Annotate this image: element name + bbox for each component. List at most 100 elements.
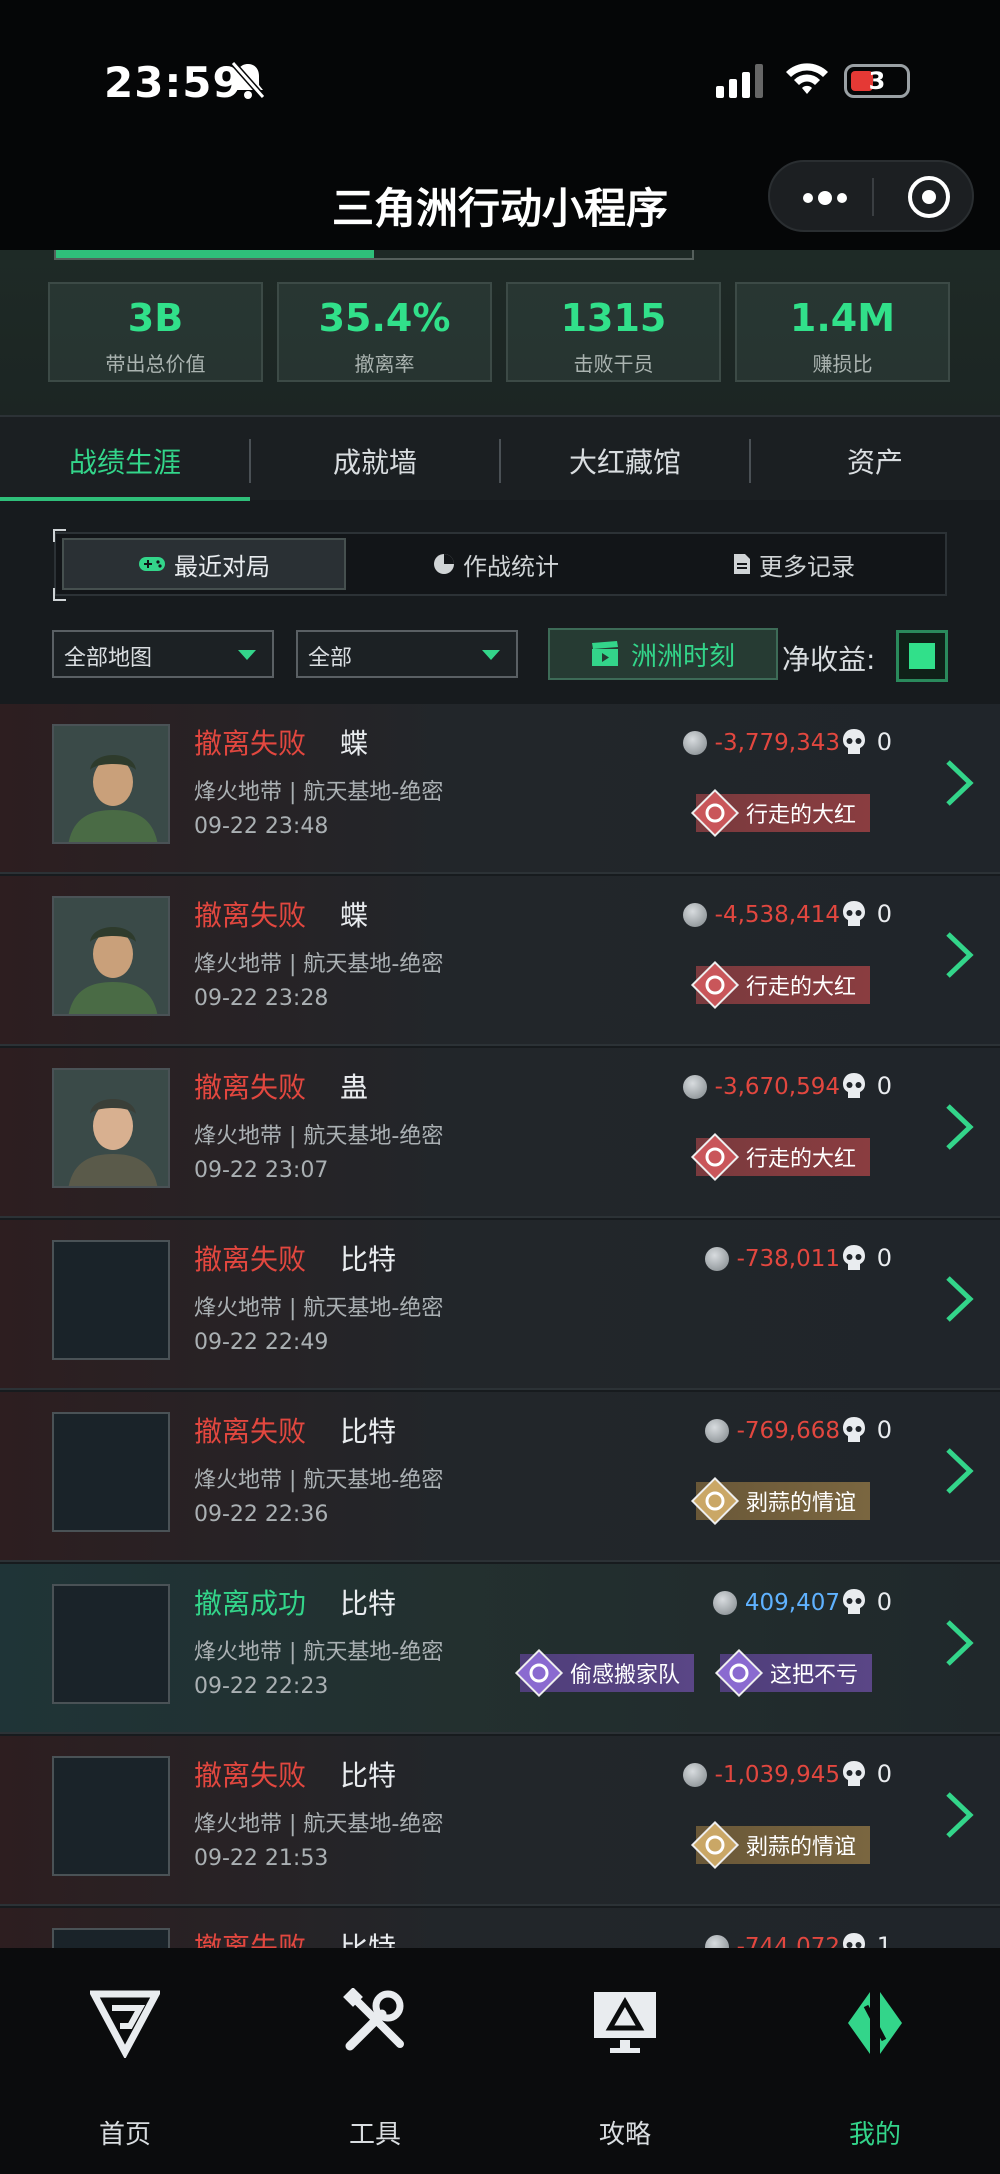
- miniprogram-capsule: [768, 160, 974, 232]
- coin-icon: [704, 1419, 729, 1443]
- net-profit-label: 净收益:: [782, 643, 876, 676]
- badge-label: 剥蒜的情谊: [746, 1491, 857, 1516]
- operator-name: 蛊: [340, 1071, 369, 1104]
- profile-logo-icon: [848, 1992, 902, 2054]
- navigation-bar: 三角洲行动小程序: [0, 160, 1000, 250]
- kill-count: 0: [876, 1760, 892, 1788]
- segment-label: 作战统计: [463, 552, 559, 581]
- tab-red-collection[interactable]: 大红藏馆: [500, 441, 750, 481]
- kill-count: 0: [876, 1072, 892, 1100]
- stat-label: 带出总价值: [105, 352, 206, 376]
- document-icon: [734, 554, 750, 574]
- map-filter-dropdown[interactable]: 全部地图: [52, 630, 274, 678]
- skull-icon: [842, 1417, 865, 1442]
- close-miniprogram-icon[interactable]: [908, 176, 950, 218]
- bell-muted-icon: [230, 61, 266, 99]
- kill-count: 0: [876, 1244, 892, 1272]
- operator-avatar: [52, 724, 170, 844]
- operator-avatar: [52, 1240, 170, 1360]
- wifi-icon: [786, 63, 828, 94]
- stat-label: 击败干员: [573, 352, 654, 376]
- coin-icon: [682, 1763, 707, 1787]
- match-kills: 0: [841, 728, 892, 756]
- match-kills: 0: [841, 1244, 892, 1272]
- badge-diamond-icon: [514, 1648, 564, 1698]
- match-map: 烽火地带 | 航天基地-绝密: [194, 1468, 444, 1493]
- match-value: -3,779,343: [682, 730, 840, 756]
- clapperboard-icon: [591, 641, 618, 666]
- battery-indicator: 3: [844, 64, 910, 98]
- match-map: 烽火地带 | 航天基地-绝密: [194, 1124, 444, 1149]
- operator-avatar: [52, 896, 170, 1016]
- segment-combat-stats[interactable]: 作战统计: [356, 534, 636, 594]
- badge-label: 行走的大红: [746, 803, 857, 828]
- chevron-right-icon: [946, 1620, 974, 1666]
- nav-label: 工具: [348, 2120, 401, 2150]
- tab-career[interactable]: 战绩生涯: [0, 441, 250, 481]
- badge-label: 行走的大红: [746, 975, 857, 1000]
- match-value-text: -3,779,343: [714, 730, 840, 756]
- stat-value: 1.4M: [789, 296, 896, 340]
- match-row[interactable]: 撤离失败 比特 烽火地带 | 航天基地-绝密 09-22 22:49 -738,011 0: [0, 1220, 1000, 1390]
- nav-label: 我的: [848, 2120, 901, 2150]
- kill-count: 0: [876, 900, 892, 928]
- match-badge: 行走的大红: [690, 1132, 871, 1182]
- skull-icon: [842, 729, 865, 754]
- operator-name: 比特: [340, 1415, 397, 1448]
- highlight-moments-label: 洲洲时刻: [630, 641, 735, 672]
- stat-label: 撤离率: [354, 352, 415, 376]
- skull-icon: [842, 901, 865, 926]
- stat-extract-rate: 35.4% 撤离率: [277, 282, 492, 382]
- match-time: 09-22 23:07: [194, 1158, 329, 1183]
- badge-label: 剥蒜的情谊: [746, 1835, 857, 1860]
- highlight-moments-button[interactable]: 洲洲时刻: [548, 628, 778, 680]
- chevron-down-icon: [482, 650, 500, 660]
- net-profit-checkbox[interactable]: [896, 630, 948, 682]
- match-value-text: -1,039,945: [714, 1762, 840, 1788]
- tab-assets[interactable]: 资产: [750, 441, 1000, 481]
- operator-avatar: [52, 1068, 170, 1188]
- coin-icon: [682, 903, 707, 927]
- stat-profit-ratio: 1.4M 赚损比: [735, 282, 950, 382]
- stat-value: 3B: [127, 296, 184, 340]
- stat-value: 1315: [560, 296, 667, 340]
- more-icon[interactable]: [800, 184, 850, 212]
- match-map: 烽火地带 | 航天基地-绝密: [194, 1812, 444, 1837]
- badge-diamond-icon: [690, 1132, 740, 1182]
- badge-label: 这把不亏: [770, 1663, 859, 1688]
- match-map: 烽火地带 | 航天基地-绝密: [194, 1296, 444, 1321]
- segment-more-records[interactable]: 更多记录: [646, 534, 942, 594]
- match-value: -769,668: [704, 1418, 840, 1444]
- tab-achievements[interactable]: 成就墙: [250, 441, 500, 481]
- kill-count: 0: [876, 1588, 892, 1616]
- stat-value: 35.4%: [318, 296, 451, 340]
- match-value-text: -3,670,594: [714, 1074, 840, 1100]
- cellular-signal-icon: [716, 64, 763, 98]
- match-time: 09-22 23:28: [194, 986, 329, 1011]
- match-kills: 0: [841, 900, 892, 928]
- stat-label: 赚损比: [812, 352, 873, 376]
- mode-filter-value: 全部: [308, 646, 353, 671]
- match-status: 撤离失败: [194, 1415, 307, 1448]
- mode-filter-dropdown[interactable]: 全部: [296, 630, 518, 678]
- skull-icon: [842, 1761, 865, 1786]
- match-row[interactable]: 撤离失败蝶烽火地带 | 航天基地-绝密 09-22 23:48 -3,779,343…: [0, 704, 1000, 874]
- operator-name: 蝶: [340, 899, 369, 932]
- match-value-text: -769,668: [736, 1418, 840, 1444]
- match-row[interactable]: 撤离失败蝶烽火地带 | 航天基地-绝密 09-22 23:28 -4,538,414…: [0, 876, 1000, 1046]
- active-tab-indicator: [0, 497, 250, 501]
- match-row[interactable]: 撤离成功 比特 烽火地带 | 航天基地-绝密 09-22 22:23 409,407 0 这…: [0, 1564, 1000, 1734]
- match-status: 撤离成功: [194, 1587, 307, 1620]
- nav-label: 首页: [98, 2120, 151, 2150]
- match-map: 烽火地带 | 航天基地-绝密: [194, 1640, 444, 1665]
- match-row[interactable]: 撤离失败蛊烽火地带 | 航天基地-绝密 09-22 23:07 -3,670,594…: [0, 1048, 1000, 1218]
- match-status: 撤离失败: [194, 1243, 307, 1276]
- match-row[interactable]: 撤离失败 比特 烽火地带 | 航天基地-绝密 09-22 22:36 -769,668 0…: [0, 1392, 1000, 1562]
- match-row[interactable]: 撤离失败 比特 烽火地带 | 航天基地-绝密 09-22 21:53 -1,039,94…: [0, 1736, 1000, 1906]
- coin-icon: [712, 1591, 737, 1615]
- match-kills: 0: [841, 1760, 892, 1788]
- operator-name: 比特: [340, 1243, 397, 1276]
- match-time: 09-22 23:48: [194, 814, 329, 839]
- match-time: 09-22 21:53: [194, 1846, 329, 1871]
- badge-label: 行走的大红: [746, 1147, 857, 1172]
